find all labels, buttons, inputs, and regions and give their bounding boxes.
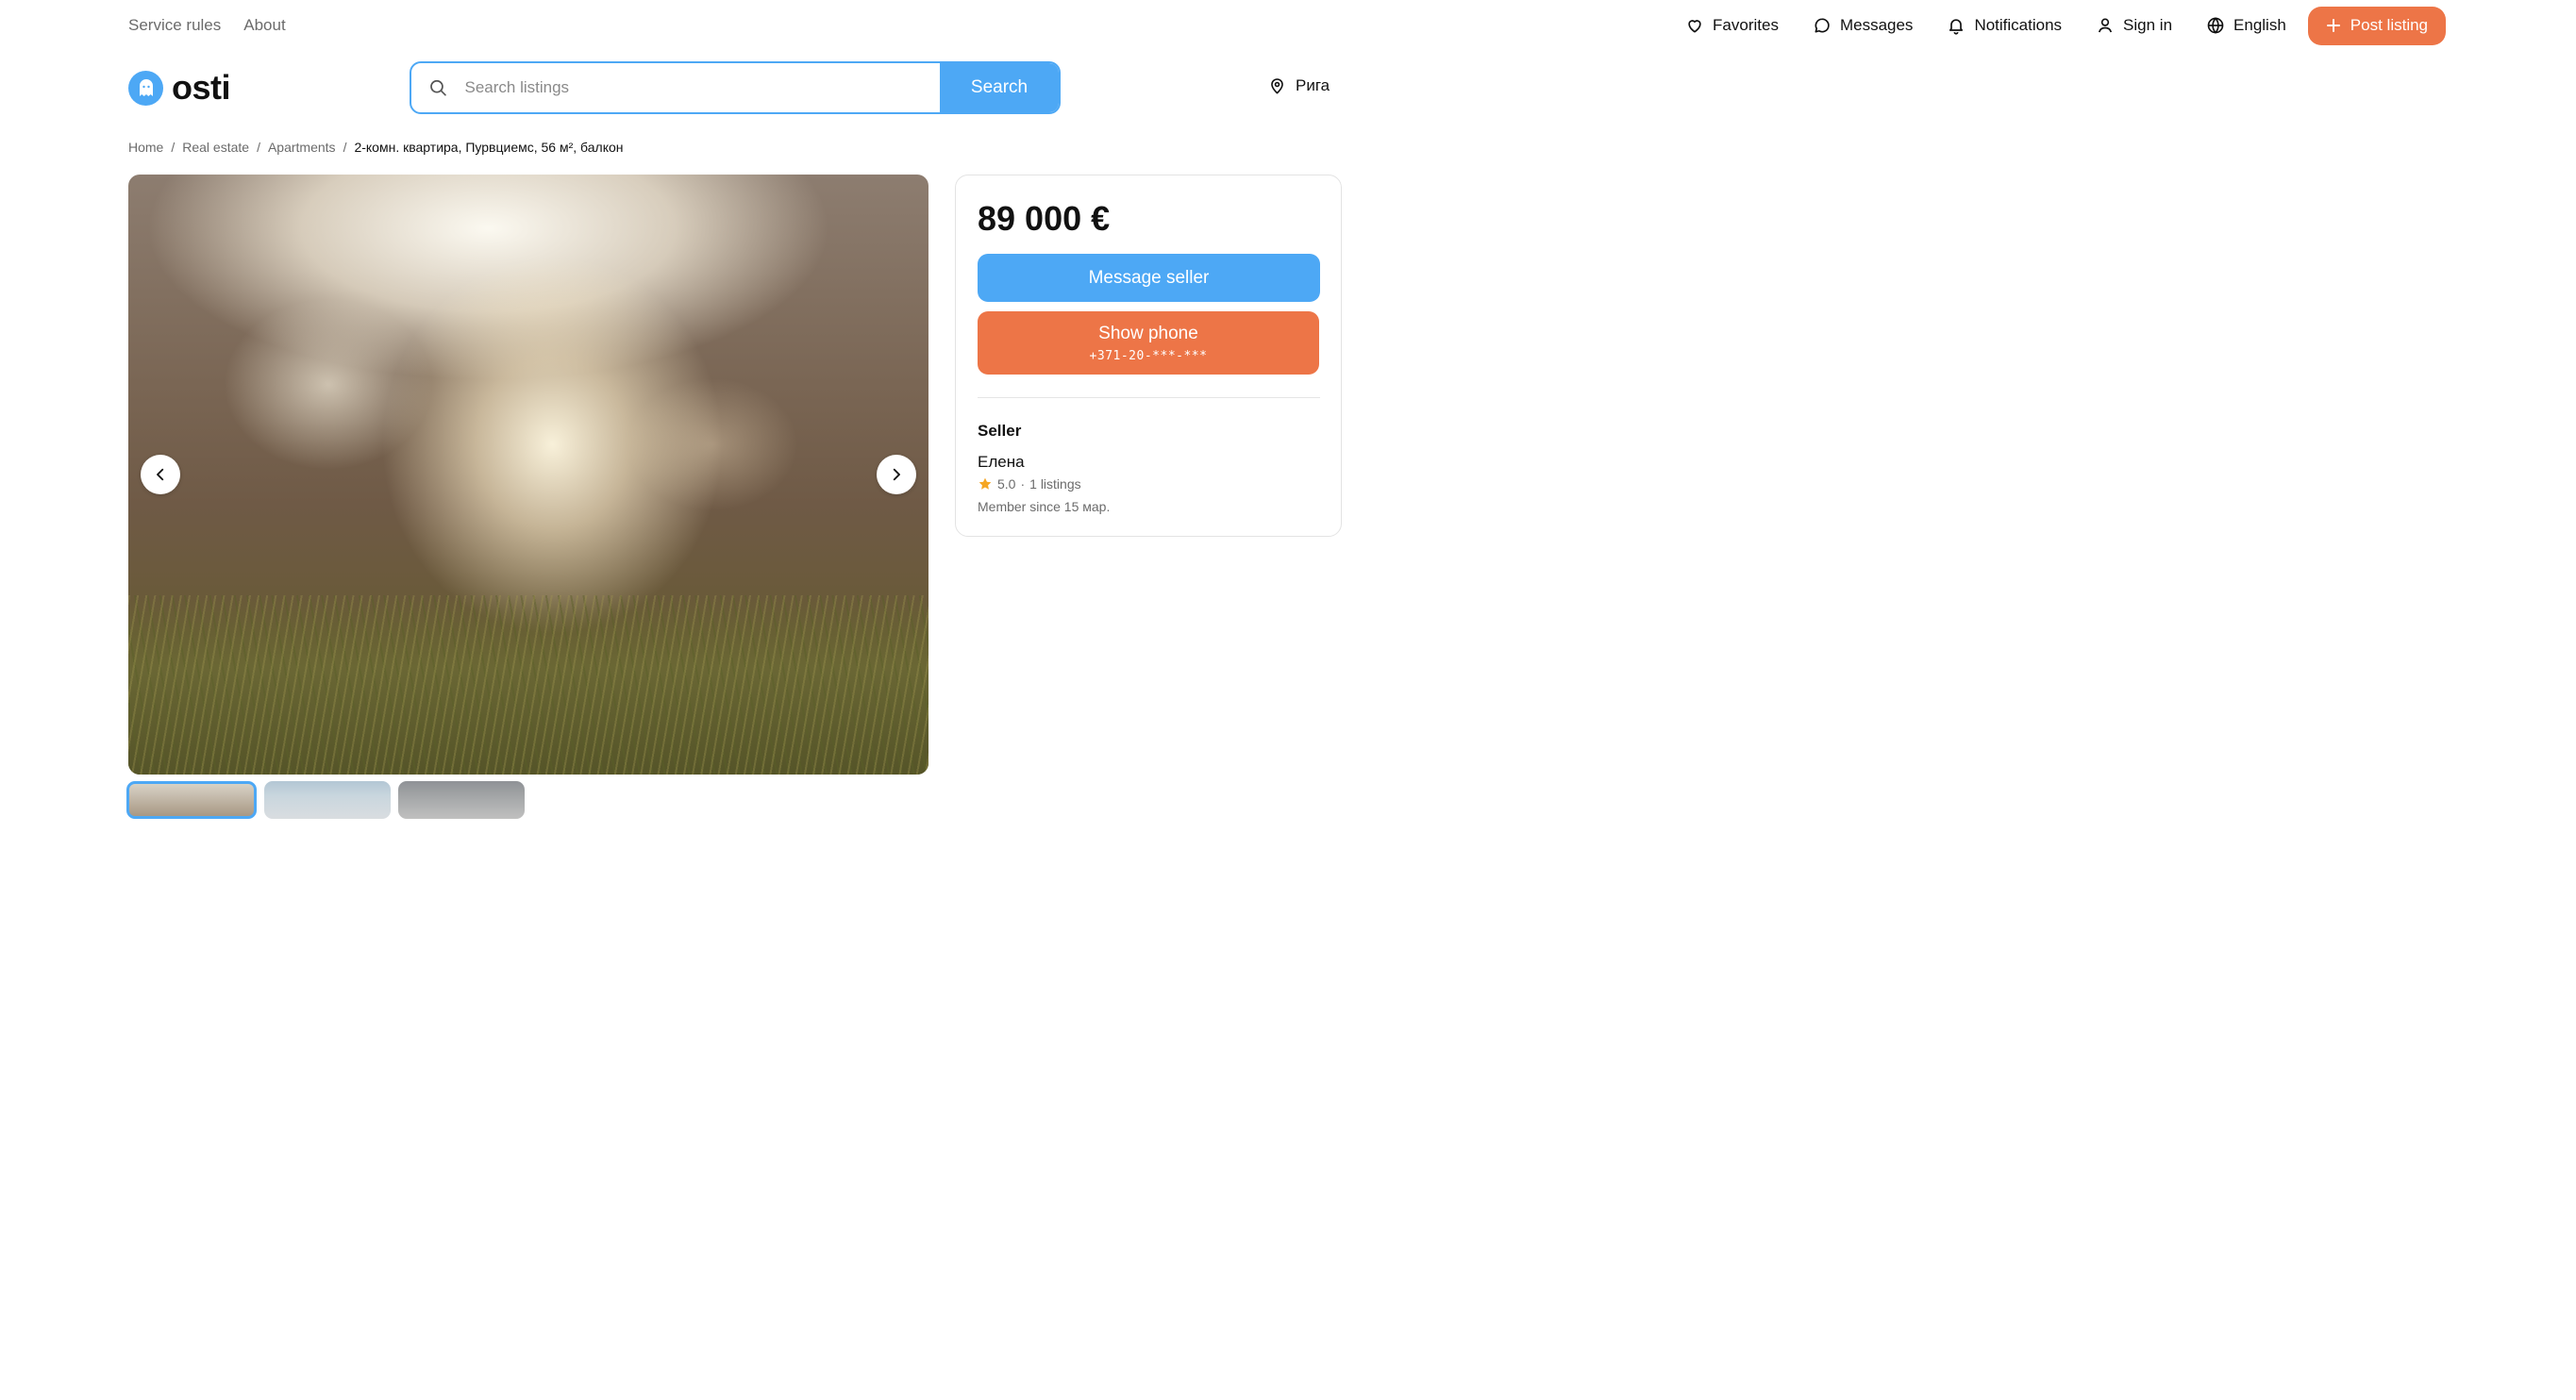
logo-text: osti bbox=[172, 68, 231, 107]
seller-name[interactable]: Елена bbox=[978, 453, 1025, 472]
breadcrumb-home[interactable]: Home bbox=[128, 140, 163, 155]
ghost-icon bbox=[139, 79, 153, 96]
ghost-logo-icon bbox=[128, 70, 163, 106]
breadcrumb-separator: / bbox=[257, 140, 260, 155]
globe-icon bbox=[2207, 17, 2224, 34]
show-phone-button[interactable]: Show phone +371-20-***-*** bbox=[978, 311, 1319, 375]
search-button[interactable]: Search bbox=[940, 63, 1059, 112]
previous-photo-button[interactable] bbox=[141, 455, 180, 494]
rating-separator: · bbox=[1020, 476, 1026, 492]
heart-icon bbox=[1688, 20, 1701, 33]
breadcrumb: Home / Real estate / Apartments / 2-комн… bbox=[128, 140, 624, 155]
about-link[interactable]: About bbox=[243, 16, 285, 35]
bell-icon bbox=[1949, 19, 1964, 35]
sign-in-label: Sign in bbox=[2123, 16, 2173, 34]
site-logo[interactable]: osti bbox=[128, 68, 231, 108]
rating-value: 5.0 bbox=[997, 476, 1016, 492]
location-label: Рига bbox=[1296, 76, 1330, 94]
card-divider bbox=[978, 397, 1320, 398]
seller-rating: 5.0 · 1 listings bbox=[978, 476, 1081, 492]
favorites-label: Favorites bbox=[1713, 16, 1779, 34]
search-icon bbox=[430, 79, 446, 96]
messages-button[interactable]: Messages bbox=[1813, 16, 1913, 35]
chevron-left-icon bbox=[157, 468, 164, 481]
search-bar: Search bbox=[410, 61, 1061, 114]
breadcrumb-separator: / bbox=[343, 140, 347, 155]
thumbnail-2[interactable] bbox=[264, 781, 391, 819]
listing-card: 89 000 € Message seller Show phone +371-… bbox=[955, 175, 1342, 537]
listing-photo[interactable] bbox=[128, 175, 928, 775]
member-since: Member since 15 мар. bbox=[978, 499, 1111, 514]
user-icon bbox=[2098, 18, 2113, 33]
masked-phone-number: +371-20-***-*** bbox=[1089, 348, 1208, 363]
chat-bubble-icon bbox=[1815, 18, 1830, 33]
listing-price: 89 000 € bbox=[978, 199, 1111, 238]
notifications-label: Notifications bbox=[1974, 16, 2063, 34]
location-selector[interactable]: Рига bbox=[1268, 76, 1330, 95]
notifications-button[interactable]: Notifications bbox=[1947, 16, 2062, 35]
post-listing-label: Post listing bbox=[2350, 16, 2428, 34]
service-rules-link[interactable]: Service rules bbox=[128, 16, 221, 35]
language-selector[interactable]: English bbox=[2206, 16, 2286, 35]
plus-icon bbox=[2326, 19, 2340, 32]
top-navigation: Service rules About Favorites Messages N… bbox=[128, 6, 2446, 45]
message-seller-button[interactable]: Message seller bbox=[978, 254, 1320, 302]
messages-label: Messages bbox=[1839, 16, 1914, 34]
show-phone-label: Show phone bbox=[1098, 323, 1198, 343]
search-input[interactable] bbox=[462, 77, 940, 98]
breadcrumb-apartments[interactable]: Apartments bbox=[268, 140, 336, 155]
sign-in-button[interactable]: Sign in bbox=[2096, 16, 2172, 35]
post-listing-button[interactable]: Post listing bbox=[2307, 6, 2446, 45]
chevron-right-icon bbox=[893, 468, 900, 481]
thumbnail-3[interactable] bbox=[398, 781, 525, 819]
star-icon bbox=[979, 477, 992, 490]
next-photo-button[interactable] bbox=[877, 455, 916, 494]
photo-foreground bbox=[128, 595, 928, 775]
breadcrumb-separator: / bbox=[171, 140, 176, 155]
photo-thumbnails bbox=[126, 781, 525, 819]
top-left-links: Service rules About bbox=[128, 16, 286, 35]
breadcrumb-real-estate[interactable]: Real estate bbox=[182, 140, 249, 155]
listings-count: 1 listings bbox=[1029, 476, 1081, 492]
top-right-actions: Favorites Messages Notifications Sign in… bbox=[1685, 6, 2446, 45]
breadcrumb-current: 2-комн. квартира, Пурвциемс, 56 м², балк… bbox=[354, 140, 624, 155]
favorites-button[interactable]: Favorites bbox=[1685, 16, 1779, 35]
thumbnail-1[interactable] bbox=[126, 781, 257, 819]
language-label: English bbox=[2233, 16, 2286, 34]
search-field bbox=[411, 63, 940, 112]
map-pin-icon bbox=[1271, 77, 1283, 93]
seller-heading: Seller bbox=[978, 422, 1022, 440]
